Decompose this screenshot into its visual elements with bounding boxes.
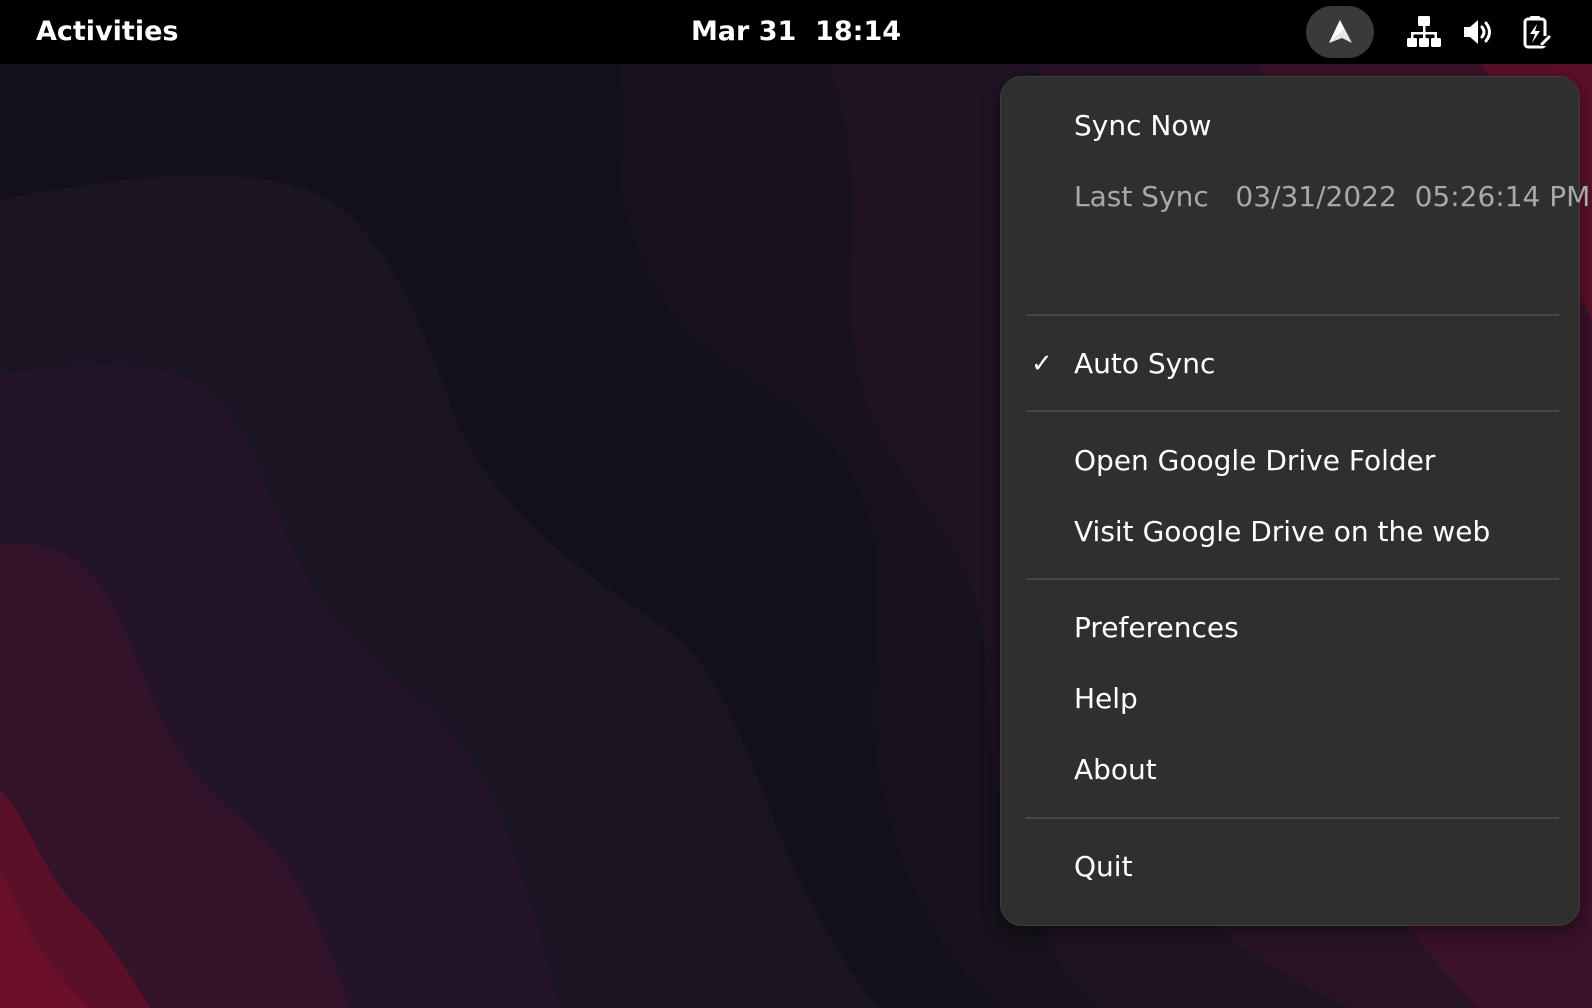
menu-separator — [1026, 410, 1559, 412]
visit-google-drive-web-item[interactable]: Visit Google Drive on the web — [1013, 502, 1567, 562]
last-sync-item: Last Sync 03/31/2022 05:26:14 PM — [1013, 167, 1590, 227]
auto-sync-label: Auto Sync — [1074, 347, 1216, 380]
visit-google-drive-web-label: Visit Google Drive on the web — [1074, 515, 1491, 548]
top-bar: Activities Mar 31 18:14 — [0, 0, 1592, 64]
about-label: About — [1074, 753, 1157, 786]
help-label: Help — [1074, 682, 1138, 715]
quit-label: Quit — [1074, 850, 1133, 883]
menu-separator — [1026, 817, 1559, 819]
menu-separator — [1026, 314, 1559, 316]
help-item[interactable]: Help — [1013, 669, 1567, 729]
about-item[interactable]: About — [1013, 740, 1567, 800]
network-wired-icon[interactable] — [1404, 12, 1444, 52]
insync-icon — [1325, 17, 1355, 47]
sync-now-item[interactable]: Sync Now — [1013, 96, 1567, 156]
activities-button[interactable]: Activities — [21, 10, 193, 54]
sync-now-label: Sync Now — [1074, 109, 1212, 142]
quit-item[interactable]: Quit — [1013, 837, 1567, 897]
preferences-item[interactable]: Preferences — [1013, 598, 1567, 658]
open-google-drive-folder-label: Open Google Drive Folder — [1074, 444, 1436, 477]
insync-menu: Sync Now Last Sync 03/31/2022 05:26:14 P… — [1000, 76, 1590, 926]
volume-high-icon[interactable] — [1459, 12, 1499, 52]
preferences-label: Preferences — [1074, 611, 1239, 644]
clock-button[interactable]: Mar 31 18:14 — [688, 10, 904, 54]
battery-charging-icon[interactable] — [1516, 12, 1556, 52]
last-sync-label: Last Sync 03/31/2022 05:26:14 PM — [1074, 180, 1591, 213]
open-google-drive-folder-item[interactable]: Open Google Drive Folder — [1013, 431, 1567, 491]
checkmark-icon: ✓ — [1031, 349, 1053, 379]
insync-tray-button[interactable] — [1306, 6, 1374, 58]
auto-sync-item[interactable]: ✓ Auto Sync — [1013, 334, 1567, 394]
menu-separator — [1026, 578, 1559, 580]
